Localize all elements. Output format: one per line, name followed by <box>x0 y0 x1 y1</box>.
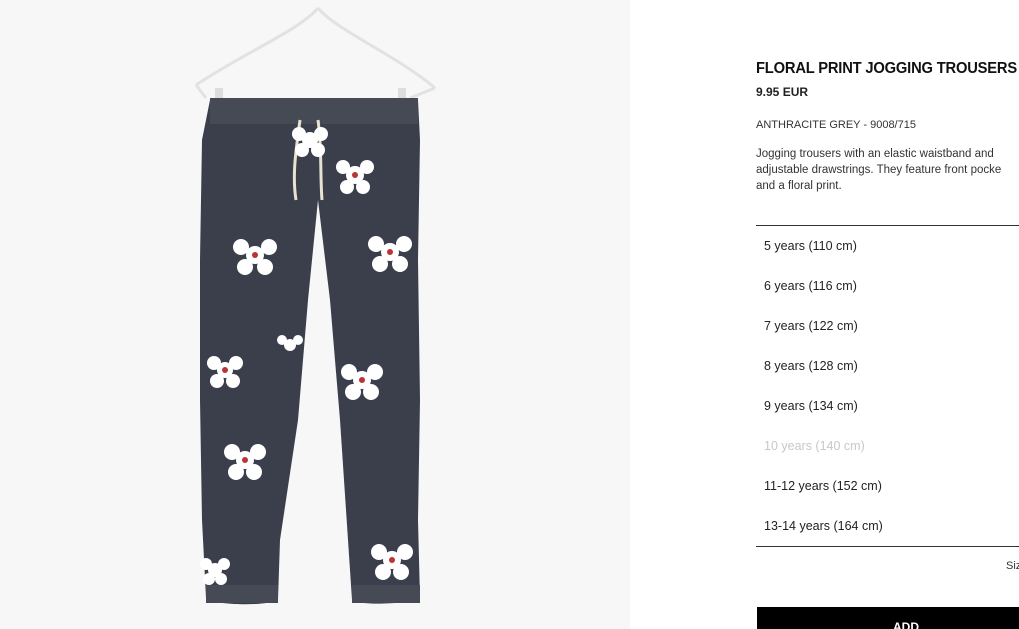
product-description: Jogging trousers with an elastic waistba… <box>756 146 1019 194</box>
hanger-icon <box>194 7 436 100</box>
product-image[interactable] <box>0 0 630 629</box>
add-button-label: ADD <box>893 620 919 629</box>
product-title: FLORAL PRINT JOGGING TROUSERS <box>756 60 1018 77</box>
product-price: 9.95 EUR <box>756 85 809 99</box>
product-color-reference: ANTHRACITE GREY - 9008/715 <box>756 119 916 131</box>
size-option-unavailable: 10 years (140 cm) <box>764 439 865 453</box>
product-info-panel: FLORAL PRINT JOGGING TROUSERS 9.95 EUR A… <box>756 0 1019 629</box>
size-option[interactable]: 5 years (110 cm) <box>756 226 1019 266</box>
size-selector: 5 years (110 cm) 6 years (116 cm) 7 year… <box>756 225 1019 547</box>
size-option[interactable]: 9 years (134 cm) <box>756 386 1019 426</box>
trousers-shape <box>200 100 420 605</box>
add-to-cart-button[interactable]: ADD <box>757 607 1019 629</box>
size-option[interactable]: 8 years (128 cm) <box>756 346 1019 386</box>
size-option[interactable]: 11-12 years (152 cm) <box>756 466 1019 506</box>
description-line: and a floral print. <box>756 180 842 192</box>
trousers-illustration <box>194 7 436 605</box>
description-line: Jogging trousers with an elastic waistba… <box>756 148 994 160</box>
cuff-right <box>352 585 420 603</box>
cuff-left <box>206 585 278 603</box>
size-option[interactable]: 13-14 years (164 cm) <box>756 506 1019 546</box>
size-option[interactable]: 6 years (116 cm) <box>756 266 1019 306</box>
size-option[interactable]: 7 years (122 cm) <box>756 306 1019 346</box>
waistband <box>210 98 418 124</box>
description-line: adjustable drawstrings. They feature fro… <box>756 164 1002 176</box>
size-guide-link[interactable]: Siz <box>1006 560 1019 572</box>
